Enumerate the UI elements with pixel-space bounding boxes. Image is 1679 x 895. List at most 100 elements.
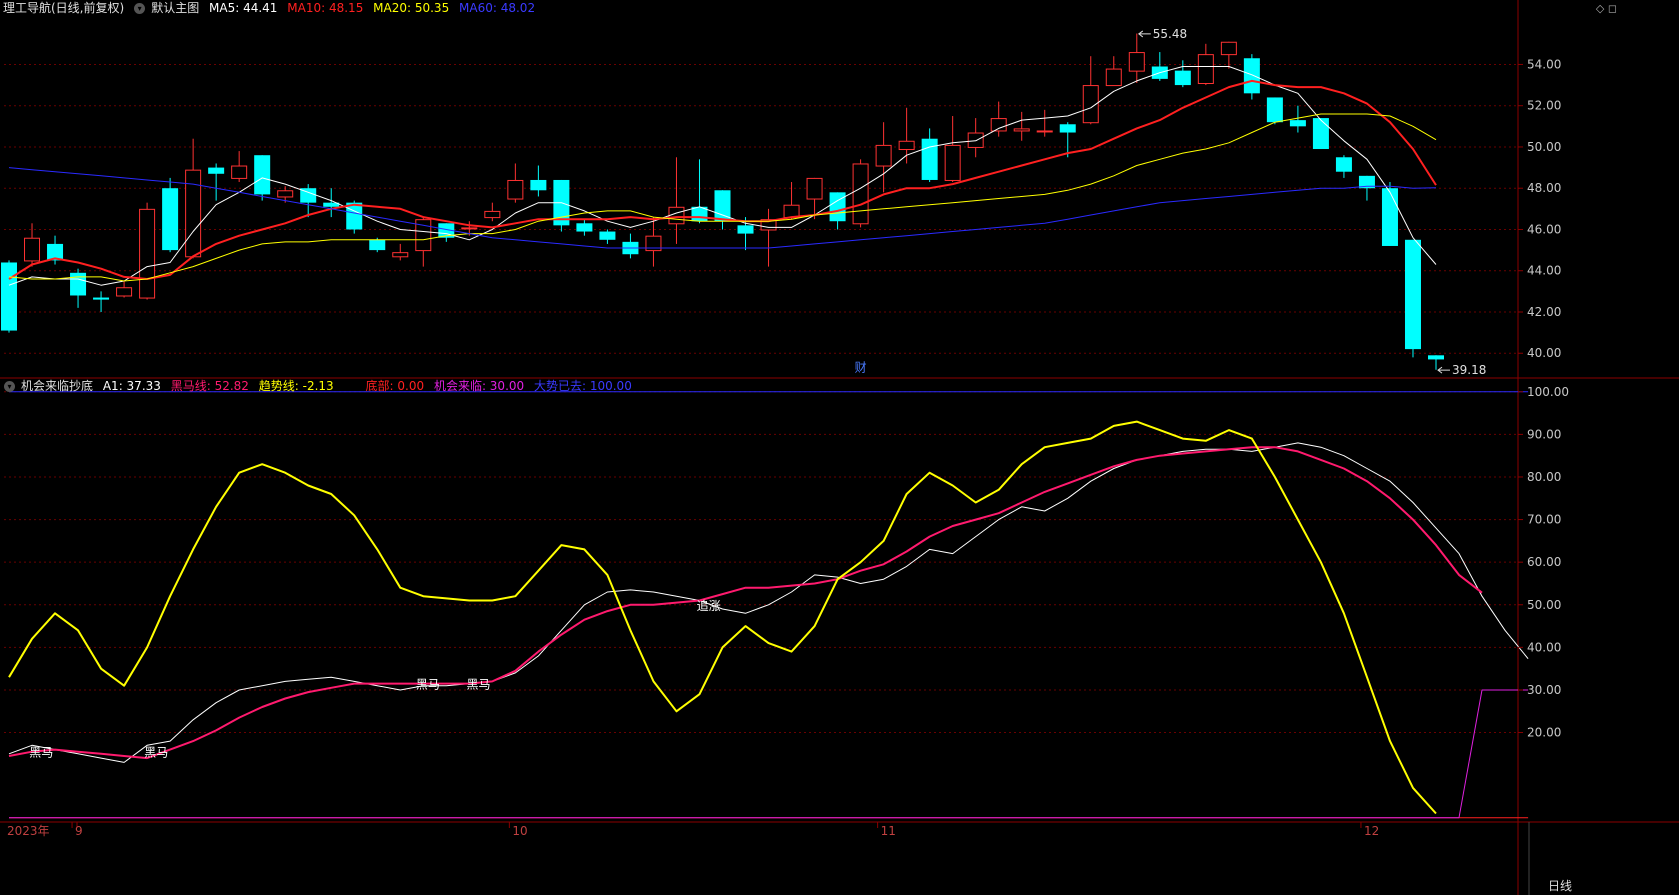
candle (300, 184, 317, 218)
candle (185, 138, 202, 259)
candle (139, 202, 156, 300)
candle-body (1128, 52, 1145, 72)
main-chart-label[interactable]: 默认主图 (151, 1, 199, 15)
y-tick-label: 40.00 (1527, 346, 1561, 360)
candle (852, 159, 869, 228)
candle (1082, 56, 1099, 125)
candle (599, 229, 616, 244)
ma-line-ma5 (8, 66, 1437, 286)
moving-average-lines (8, 66, 1437, 286)
candle (806, 177, 823, 220)
candle-body (392, 252, 409, 258)
candle (1174, 60, 1191, 88)
opportunity-line (9, 689, 1529, 819)
y-tick-label: 52.00 (1527, 99, 1561, 113)
chevron-down-icon[interactable]: ▾ (134, 3, 146, 14)
candle (622, 233, 639, 259)
bottom-value: 底部: 0.00 (365, 379, 425, 393)
candle (783, 182, 800, 220)
candle-body (461, 227, 478, 230)
indicator-grid (4, 391, 1518, 734)
candle (1036, 109, 1053, 137)
candle-body (254, 155, 271, 195)
candle-body (1312, 118, 1329, 150)
candle-body (1335, 157, 1352, 172)
signal-label: 黑马 (29, 746, 53, 760)
candle (116, 281, 133, 298)
chevron-down-icon[interactable]: ▾ (4, 381, 15, 392)
candle (875, 122, 892, 193)
candle-body (93, 297, 110, 300)
candle-body (277, 190, 294, 198)
ma10-value: MA10: 48.15 (287, 1, 364, 15)
price-extreme-label: 39.18 (1452, 363, 1486, 377)
a1-value: A1: 37.33 (102, 379, 161, 393)
stock-title: 理工导航(日线,前复权) (3, 1, 125, 15)
ma-line-ma10 (8, 79, 1437, 280)
candle-body (737, 225, 754, 234)
candle-body (1428, 355, 1444, 360)
candle (93, 291, 110, 312)
candle (944, 116, 961, 183)
candle (576, 219, 593, 236)
candlestick-series[interactable] (1, 33, 1444, 370)
x-tick-label: 9 (75, 824, 83, 838)
candle (392, 243, 409, 261)
a1-line (8, 442, 1529, 763)
candle-body (806, 177, 823, 200)
candle-body (1013, 128, 1030, 132)
heima-line-value: 黑马线: 52.82 (170, 379, 249, 393)
y-tick-label: 42.00 (1527, 305, 1561, 319)
y-tick-label: 30.00 (1527, 683, 1561, 697)
x-tick-label: 12 (1364, 824, 1379, 838)
opportunity-value: 机会来临: 30.00 (433, 379, 525, 393)
candle (208, 163, 225, 201)
candle (70, 268, 87, 308)
candle (1128, 33, 1145, 84)
candle (507, 163, 524, 203)
trend-gone-value: 大势已去: 100.00 (533, 379, 632, 393)
finance-marker: 财 (855, 361, 867, 375)
period-label[interactable]: 日线 (1532, 878, 1588, 895)
y-tick-label: 40.00 (1527, 640, 1561, 654)
price-arrow (1437, 366, 1450, 374)
candle-body (162, 188, 179, 251)
candle (530, 165, 547, 197)
candle-body (1243, 58, 1260, 94)
candle (1197, 43, 1214, 86)
candle-body (208, 167, 225, 174)
y-tick-label: 20.00 (1527, 726, 1561, 740)
candle-body (875, 144, 892, 167)
ma5-value: MA5: 44.41 (209, 1, 278, 15)
y-tick-label: 80.00 (1527, 470, 1561, 484)
candle-body (829, 192, 846, 222)
candle (1151, 52, 1168, 81)
candle (553, 179, 570, 232)
candle (438, 223, 455, 242)
y-tick-label: 50.00 (1527, 598, 1561, 612)
candle-body (599, 231, 616, 240)
candle-body (1404, 239, 1421, 350)
candle-body (507, 179, 524, 200)
indicator-name[interactable]: 机会来临抄底 (21, 379, 93, 393)
y-tick-label: 100.00 (1527, 385, 1569, 399)
candle-body (231, 165, 248, 179)
candle-body (70, 272, 87, 296)
y-axis-labels: 40.00 42.00 44.00 46.00 48.00 50.00 52.00 54.00… (1518, 57, 1569, 740)
candle-body (1220, 41, 1237, 56)
candle-body (1105, 68, 1122, 87)
candle (760, 208, 777, 267)
y-tick-label: 46.00 (1527, 222, 1561, 236)
y-tick-label: 50.00 (1527, 140, 1561, 154)
y-tick-label: 60.00 (1527, 555, 1561, 569)
window-icons[interactable]: ◇ ◻ (1596, 2, 1617, 15)
y-tick-label: 54.00 (1527, 57, 1561, 71)
candle (484, 202, 501, 222)
candle (691, 159, 708, 224)
signal-label: 黑马 (144, 746, 168, 760)
candle (1335, 155, 1352, 178)
candle-body (1197, 54, 1214, 85)
candle (1105, 56, 1122, 87)
signal-label: 黑马 (416, 678, 440, 692)
candle-body (668, 206, 685, 225)
